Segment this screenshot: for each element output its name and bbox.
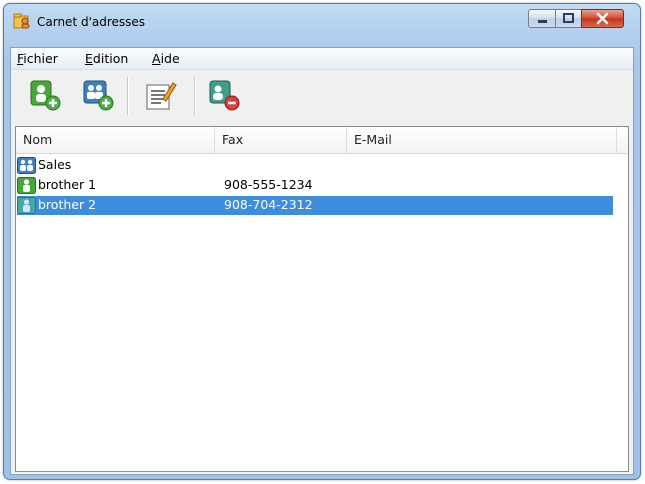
edit-icon[interactable] <box>143 79 177 113</box>
column-header-name[interactable]: Nom <box>16 127 215 153</box>
contact-list[interactable]: Nom Fax E-Mail Sales brother 1 908-555-1… <box>15 126 629 472</box>
group-icon <box>17 157 36 174</box>
toolbar <box>11 70 633 123</box>
maximize-button[interactable] <box>555 9 582 28</box>
menu-edit[interactable]: Edition <box>85 51 128 66</box>
client-area: Fichier Edition Aide Nom Fax E-Mail Sale… <box>10 47 634 475</box>
list-item[interactable]: Sales <box>17 156 613 175</box>
add-contact-icon[interactable] <box>29 79 63 113</box>
list-item[interactable]: brother 1 908-555-1234 <box>17 176 613 195</box>
menu-file[interactable]: Fichier <box>17 51 58 66</box>
menu-bar: Fichier Edition Aide <box>11 48 633 70</box>
contact-fax: 908-704-2312 <box>224 197 313 212</box>
toolbar-separator <box>194 77 196 115</box>
list-item[interactable]: brother 2 908-704-2312 <box>17 196 613 215</box>
column-header-fax[interactable]: Fax <box>215 127 347 153</box>
close-icon <box>596 12 609 25</box>
address-book-icon <box>13 13 30 29</box>
minimize-button[interactable] <box>528 9 556 28</box>
title-bar[interactable]: Carnet d'adresses <box>4 4 640 38</box>
menu-help[interactable]: Aide <box>152 51 180 66</box>
contact-icon <box>17 177 36 194</box>
close-button[interactable] <box>581 9 624 28</box>
delete-contact-icon[interactable] <box>208 79 242 113</box>
contact-fax: 908-555-1234 <box>224 177 313 192</box>
address-book-window: Carnet d'adresses Fichier Edition Aide N… <box>3 3 641 480</box>
toolbar-separator <box>127 77 129 115</box>
contact-name: brother 2 <box>38 197 97 212</box>
add-group-icon[interactable] <box>82 79 116 113</box>
list-header: Nom Fax E-Mail <box>16 127 628 154</box>
maximize-icon <box>563 13 574 23</box>
contact-icon <box>17 197 36 214</box>
contact-name: brother 1 <box>38 177 97 192</box>
window-title: Carnet d'adresses <box>37 15 146 29</box>
minimize-icon <box>538 20 547 23</box>
column-header-email[interactable]: E-Mail <box>347 127 617 153</box>
contact-name: Sales <box>38 157 72 172</box>
